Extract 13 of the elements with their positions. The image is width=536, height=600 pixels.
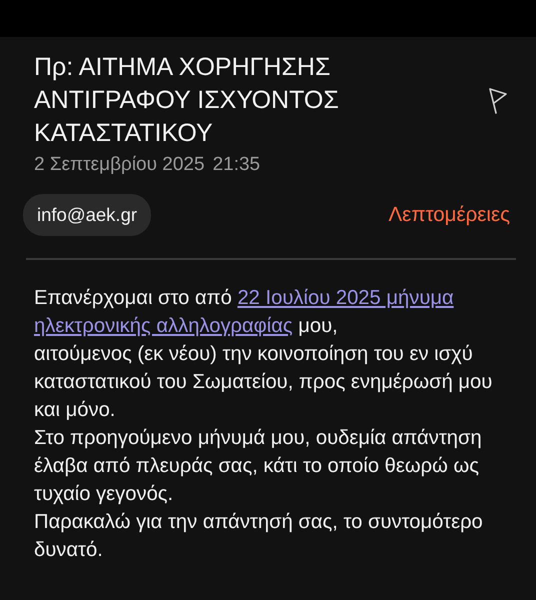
email-date: 2 Σεπτεμβρίου 2025 bbox=[34, 154, 205, 176]
body-text: αιτούμενος (εκ νέου) την κοινοποίηση του εν ισχύ καταστατικού του Σωματείου, προς ενημέρωσή μου και μόνο. bbox=[34, 342, 494, 423]
body-text: Επανέρχομαι στο από 22 Ιουλίου 2025 μήνυμα bbox=[34, 286, 455, 311]
body-text: ηλεκτρονικής αλληλογραφίας μου, bbox=[34, 314, 339, 339]
body-text: Παρακαλώ για την απάντησή σας, το συντομότερο δυνατό. bbox=[34, 510, 484, 563]
email-subject: Πρ: ΑΙΤΗΜΑ ΧΟΡΗΓΗΣΗΣ ΑΝΤΙΓΡΑΦΟΥ ΙΣΧΥΟΝΤΟΣ ΚΑΤΑΣΤΑΤΙΚΟΥ bbox=[34, 52, 340, 149]
email-time: 21:35 bbox=[212, 154, 260, 176]
email-link[interactable]: 22 Ιουλίου 2025 μήνυμα bbox=[237, 287, 454, 309]
sender-chip[interactable]: info@aek.gr bbox=[23, 194, 152, 236]
email-link[interactable]: ηλεκτρονικής αλληλογραφίας bbox=[34, 315, 293, 337]
details-link[interactable]: Λεπτομέρειες bbox=[388, 203, 510, 227]
flag-icon[interactable] bbox=[488, 86, 508, 114]
body-text: Στο προηγούμενο μήνυμά μου, ουδεμία απάντηση έλαβα από πλευράς σας, κάτι το οποίο θεωρώ ως τυχαίο γεγονός. bbox=[34, 426, 483, 507]
